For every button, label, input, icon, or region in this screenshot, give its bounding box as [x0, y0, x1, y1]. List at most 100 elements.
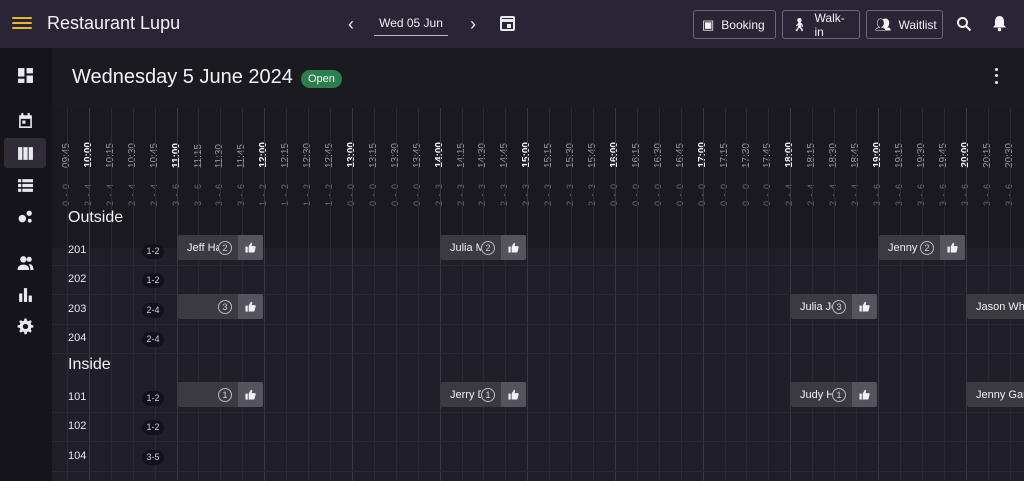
thumbs-up-icon[interactable] [238, 235, 263, 260]
sidebar-item-calendar[interactable] [4, 105, 46, 135]
table-name: 101 [68, 391, 87, 403]
thumbs-up-icon[interactable] [852, 294, 877, 319]
booking-block[interactable]: Jenny Garcia [967, 382, 1024, 407]
time-tick-label: 18:30 [827, 142, 839, 168]
booking-block[interactable]: Julia Martinez2 [441, 235, 526, 260]
time-tick-label: 11:00 [170, 142, 182, 168]
table-name: 104 [68, 450, 87, 462]
covers-label: 0 - 0 [675, 182, 685, 206]
time-tick-label: 11:30 [213, 143, 225, 168]
thumbs-up-icon[interactable] [501, 382, 526, 407]
top-app-bar: Restaurant Lupu ‹ Wed 05 Jun › ▣ Booking… [0, 0, 1024, 48]
covers-label: 2 - 3 [521, 182, 531, 206]
thumbs-up-icon[interactable] [501, 235, 526, 260]
more-options-icon[interactable] [990, 66, 1002, 86]
waitlist-button[interactable]: 👥︎ Waitlist [866, 10, 943, 39]
section-title: Outside [68, 209, 124, 226]
table-name: 204 [68, 332, 87, 344]
time-tick-label: 16:00 [608, 142, 620, 168]
time-tick-label: 15:45 [586, 142, 598, 168]
walk-in-button[interactable]: 🚶︎ Walk-in [782, 10, 860, 39]
booking-block[interactable]: 3 [178, 294, 263, 319]
time-tick-label: 13:45 [411, 142, 423, 168]
capacity-badge: 1-2 [142, 420, 164, 435]
sidebar-item-guests[interactable] [4, 247, 46, 277]
booking-block[interactable]: Judy Harris1 [791, 382, 877, 407]
covers-label: 0 - 0 [346, 182, 356, 206]
table-row[interactable]: 104 3-5 [52, 443, 1024, 472]
covers-label: 1 - 2 [258, 182, 268, 206]
party-size-badge: 2 [920, 240, 934, 255]
time-tick-label: 10:00 [82, 142, 94, 168]
sidebar-item-reports[interactable] [4, 279, 46, 309]
covers-label: 3 - 6 [236, 182, 246, 206]
covers-label: 2 - 4 [105, 182, 115, 206]
dashboard-icon [17, 67, 33, 83]
guests-icon [17, 255, 33, 270]
covers-label: 2 - 3 [434, 182, 444, 206]
booking-block[interactable]: Jeff Harris2 [178, 235, 263, 260]
calendar-check-icon: ▣ [702, 16, 715, 32]
covers-label: 0 - 0 [368, 182, 378, 206]
time-tick-label: 10:45 [148, 142, 160, 168]
time-tick-label: 17:45 [761, 142, 773, 168]
time-tick-label: 18:45 [849, 142, 861, 168]
sidebar-item-list[interactable] [4, 170, 46, 200]
chevron-left-icon[interactable]: ‹ [342, 14, 360, 35]
covers-label: 2 - 3 [456, 182, 466, 206]
booking-block[interactable]: 1 [178, 382, 263, 407]
time-tick-label: 13:00 [345, 142, 357, 168]
time-tick-label: 18:15 [805, 142, 817, 168]
thumbs-up-icon[interactable] [238, 294, 263, 319]
thumbs-up-icon[interactable] [940, 235, 965, 260]
covers-label: 0 - 0 [653, 182, 663, 206]
time-tick-label: 14:00 [433, 142, 445, 168]
sidebar [0, 48, 52, 481]
time-tick-label: 14:45 [498, 142, 510, 168]
guest-name: Jason White [976, 300, 1024, 313]
search-icon[interactable] [956, 16, 972, 32]
booking-button[interactable]: ▣ Booking [693, 10, 776, 39]
table-row[interactable]: 202 1-2 [52, 266, 1024, 295]
sidebar-item-timeline[interactable] [4, 138, 46, 168]
time-tick-label: 10:30 [126, 142, 138, 168]
time-tick-label: 18:00 [783, 142, 795, 168]
table-row[interactable]: 102 1-2 [52, 413, 1024, 442]
covers-label: 0 - 0 [390, 182, 400, 206]
booking-block[interactable]: Julia Johnson3 [791, 294, 877, 319]
booking-block[interactable]: Jerry Davis1 [441, 382, 526, 407]
guest-name: Jeff Harris [187, 241, 218, 254]
thumbs-up-icon[interactable] [852, 382, 877, 407]
time-tick-label: 12:45 [323, 142, 335, 168]
booking-block[interactable]: Jason White [967, 294, 1024, 319]
table-name: 202 [68, 273, 87, 285]
guest-name: Judy Harris [800, 388, 832, 401]
sidebar-item-dashboard[interactable] [4, 60, 46, 90]
table-row[interactable]: 204 2-4 [52, 325, 1024, 354]
sidebar-item-floorplan[interactable] [4, 202, 46, 232]
sidebar-item-settings[interactable] [4, 311, 46, 341]
time-tick-label: 19:00 [871, 142, 883, 168]
covers-label: 3 - 6 [214, 182, 224, 206]
time-tick-label: 14:15 [455, 142, 467, 168]
covers-label: 2 - 4 [83, 182, 93, 206]
thumbs-up-icon[interactable] [238, 382, 263, 407]
covers-label: 2 - 4 [850, 182, 860, 206]
guest-name: Julia Martinez [450, 241, 481, 254]
covers-label: 2 - 3 [543, 182, 553, 206]
bell-icon[interactable] [992, 15, 1007, 32]
covers-label: 3 - 6 [894, 182, 904, 206]
capacity-badge: 2-4 [142, 332, 164, 347]
calendar-icon[interactable] [500, 16, 515, 31]
date-field[interactable]: Wed 05 Jun [374, 12, 448, 36]
menu-icon[interactable] [12, 14, 32, 34]
chevron-right-icon[interactable]: › [464, 14, 482, 35]
booking-block[interactable]: Jenny Anderson2 [879, 235, 965, 260]
app-title: Restaurant Lupu [47, 13, 181, 33]
covers-label: 0 - 0 [719, 182, 729, 206]
covers-label: 2 - 4 [784, 182, 794, 206]
covers-label: 3 - 6 [938, 182, 948, 206]
guest-name: Jenny Garcia [976, 388, 1024, 401]
guest-name: Jerry Davis [450, 388, 481, 401]
time-tick-label: 14:30 [476, 142, 488, 168]
